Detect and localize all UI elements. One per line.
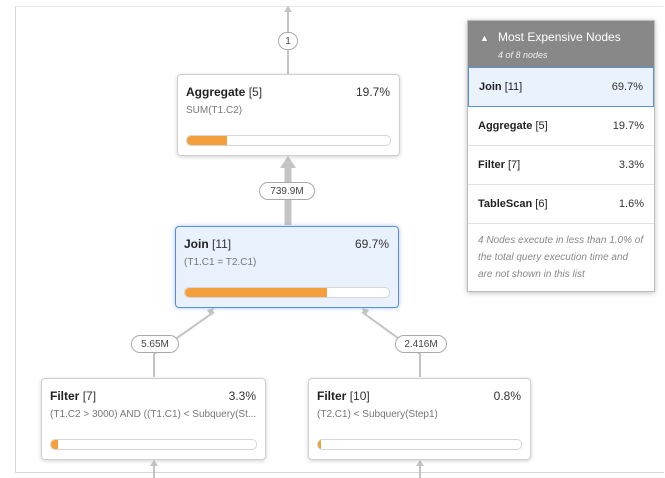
- node-cost-bar: [50, 439, 257, 450]
- row-name: TableScan: [478, 198, 533, 210]
- node-id: [11]: [212, 237, 232, 251]
- panel-row-join[interactable]: Join [11] 69.7%: [468, 67, 654, 107]
- collapse-triangle-icon[interactable]: ▲: [480, 33, 489, 43]
- plan-node-join[interactable]: Join [11] 69.7% (T1.C1 = T2.C1): [175, 226, 399, 308]
- row-percent: 1.6%: [618, 198, 644, 210]
- plan-node-aggregate[interactable]: Aggregate [5] 19.7% SUM(T1.C2): [177, 74, 400, 156]
- node-detail: (T1.C1 = T2.C1): [184, 257, 257, 268]
- node-name: Aggregate: [186, 85, 246, 99]
- row-id: [5]: [535, 120, 548, 132]
- node-detail: (T1.C2 > 3000) AND ((T1.C1) < Subquery(S…: [50, 409, 257, 420]
- row-id: [11]: [504, 81, 523, 93]
- node-cost-bar-fill: [318, 440, 322, 449]
- panel-subtitle: 4 of 8 nodes: [498, 50, 548, 60]
- node-cost-bar-fill: [51, 440, 58, 449]
- node-percent: 69.7%: [354, 237, 389, 251]
- node-detail: (T2.C1) < Subquery(Step1): [317, 409, 438, 420]
- node-percent: 19.7%: [355, 85, 390, 99]
- edge-bottom-left-arrow: [150, 460, 158, 466]
- panel-title: Most Expensive Nodes: [498, 30, 621, 44]
- edge-label-top-count: 1: [278, 32, 298, 50]
- panel-footer-note: 4 Nodes execute in less than 1.0% of the…: [478, 235, 644, 280]
- edge-label-filter10-join: 2.416M: [395, 335, 447, 353]
- node-title: Filter [10]: [317, 389, 522, 403]
- edge-label-join-aggregate: 739.9M: [259, 182, 315, 200]
- node-cost-bar-fill: [187, 136, 227, 145]
- node-cost-bar: [184, 287, 390, 298]
- node-name: Filter: [50, 389, 80, 403]
- node-cost-bar: [317, 439, 522, 450]
- row-id: [6]: [535, 198, 548, 210]
- row-percent: 19.7%: [612, 120, 644, 132]
- node-cost-bar-fill: [185, 288, 328, 297]
- row-percent: 69.7%: [611, 81, 643, 93]
- node-id: [5]: [248, 85, 263, 99]
- node-percent: 0.8%: [493, 389, 521, 403]
- node-name: Join: [184, 237, 209, 251]
- node-cost-bar: [186, 135, 391, 146]
- row-name: Join: [479, 81, 502, 93]
- panel-row-aggregate[interactable]: Aggregate [5] 19.7%: [468, 107, 654, 146]
- panel-row-tablescan[interactable]: TableScan [6] 1.6%: [468, 185, 654, 224]
- edge-join-aggregate-arrow: [280, 156, 296, 168]
- edge-top-arrow: [284, 6, 292, 12]
- panel-header[interactable]: ▲ Most Expensive Nodes 4 of 8 nodes: [468, 21, 654, 67]
- node-id: [10]: [349, 389, 370, 403]
- edge-bottom-right-arrow: [416, 460, 424, 466]
- node-id: [7]: [82, 389, 97, 403]
- node-percent: 3.3%: [228, 389, 256, 403]
- plan-node-filter-10[interactable]: Filter [10] 0.8% (T2.C1) < Subquery(Step…: [308, 378, 531, 460]
- row-percent: 3.3%: [618, 159, 644, 171]
- plan-node-filter-7[interactable]: Filter [7] 3.3% (T1.C2 > 3000) AND ((T1.…: [41, 378, 266, 460]
- panel-row-filter[interactable]: Filter [7] 3.3%: [468, 146, 654, 185]
- row-name: Filter: [478, 159, 505, 171]
- row-id: [7]: [507, 159, 521, 171]
- node-detail: SUM(T1.C2): [186, 105, 243, 116]
- node-title: Filter [7]: [50, 389, 257, 403]
- most-expensive-nodes-panel: ▲ Most Expensive Nodes 4 of 8 nodes Join…: [467, 20, 655, 292]
- row-name: Aggregate: [478, 120, 533, 132]
- edge-label-filter7-join: 5.65M: [131, 335, 179, 353]
- node-name: Filter: [317, 389, 347, 403]
